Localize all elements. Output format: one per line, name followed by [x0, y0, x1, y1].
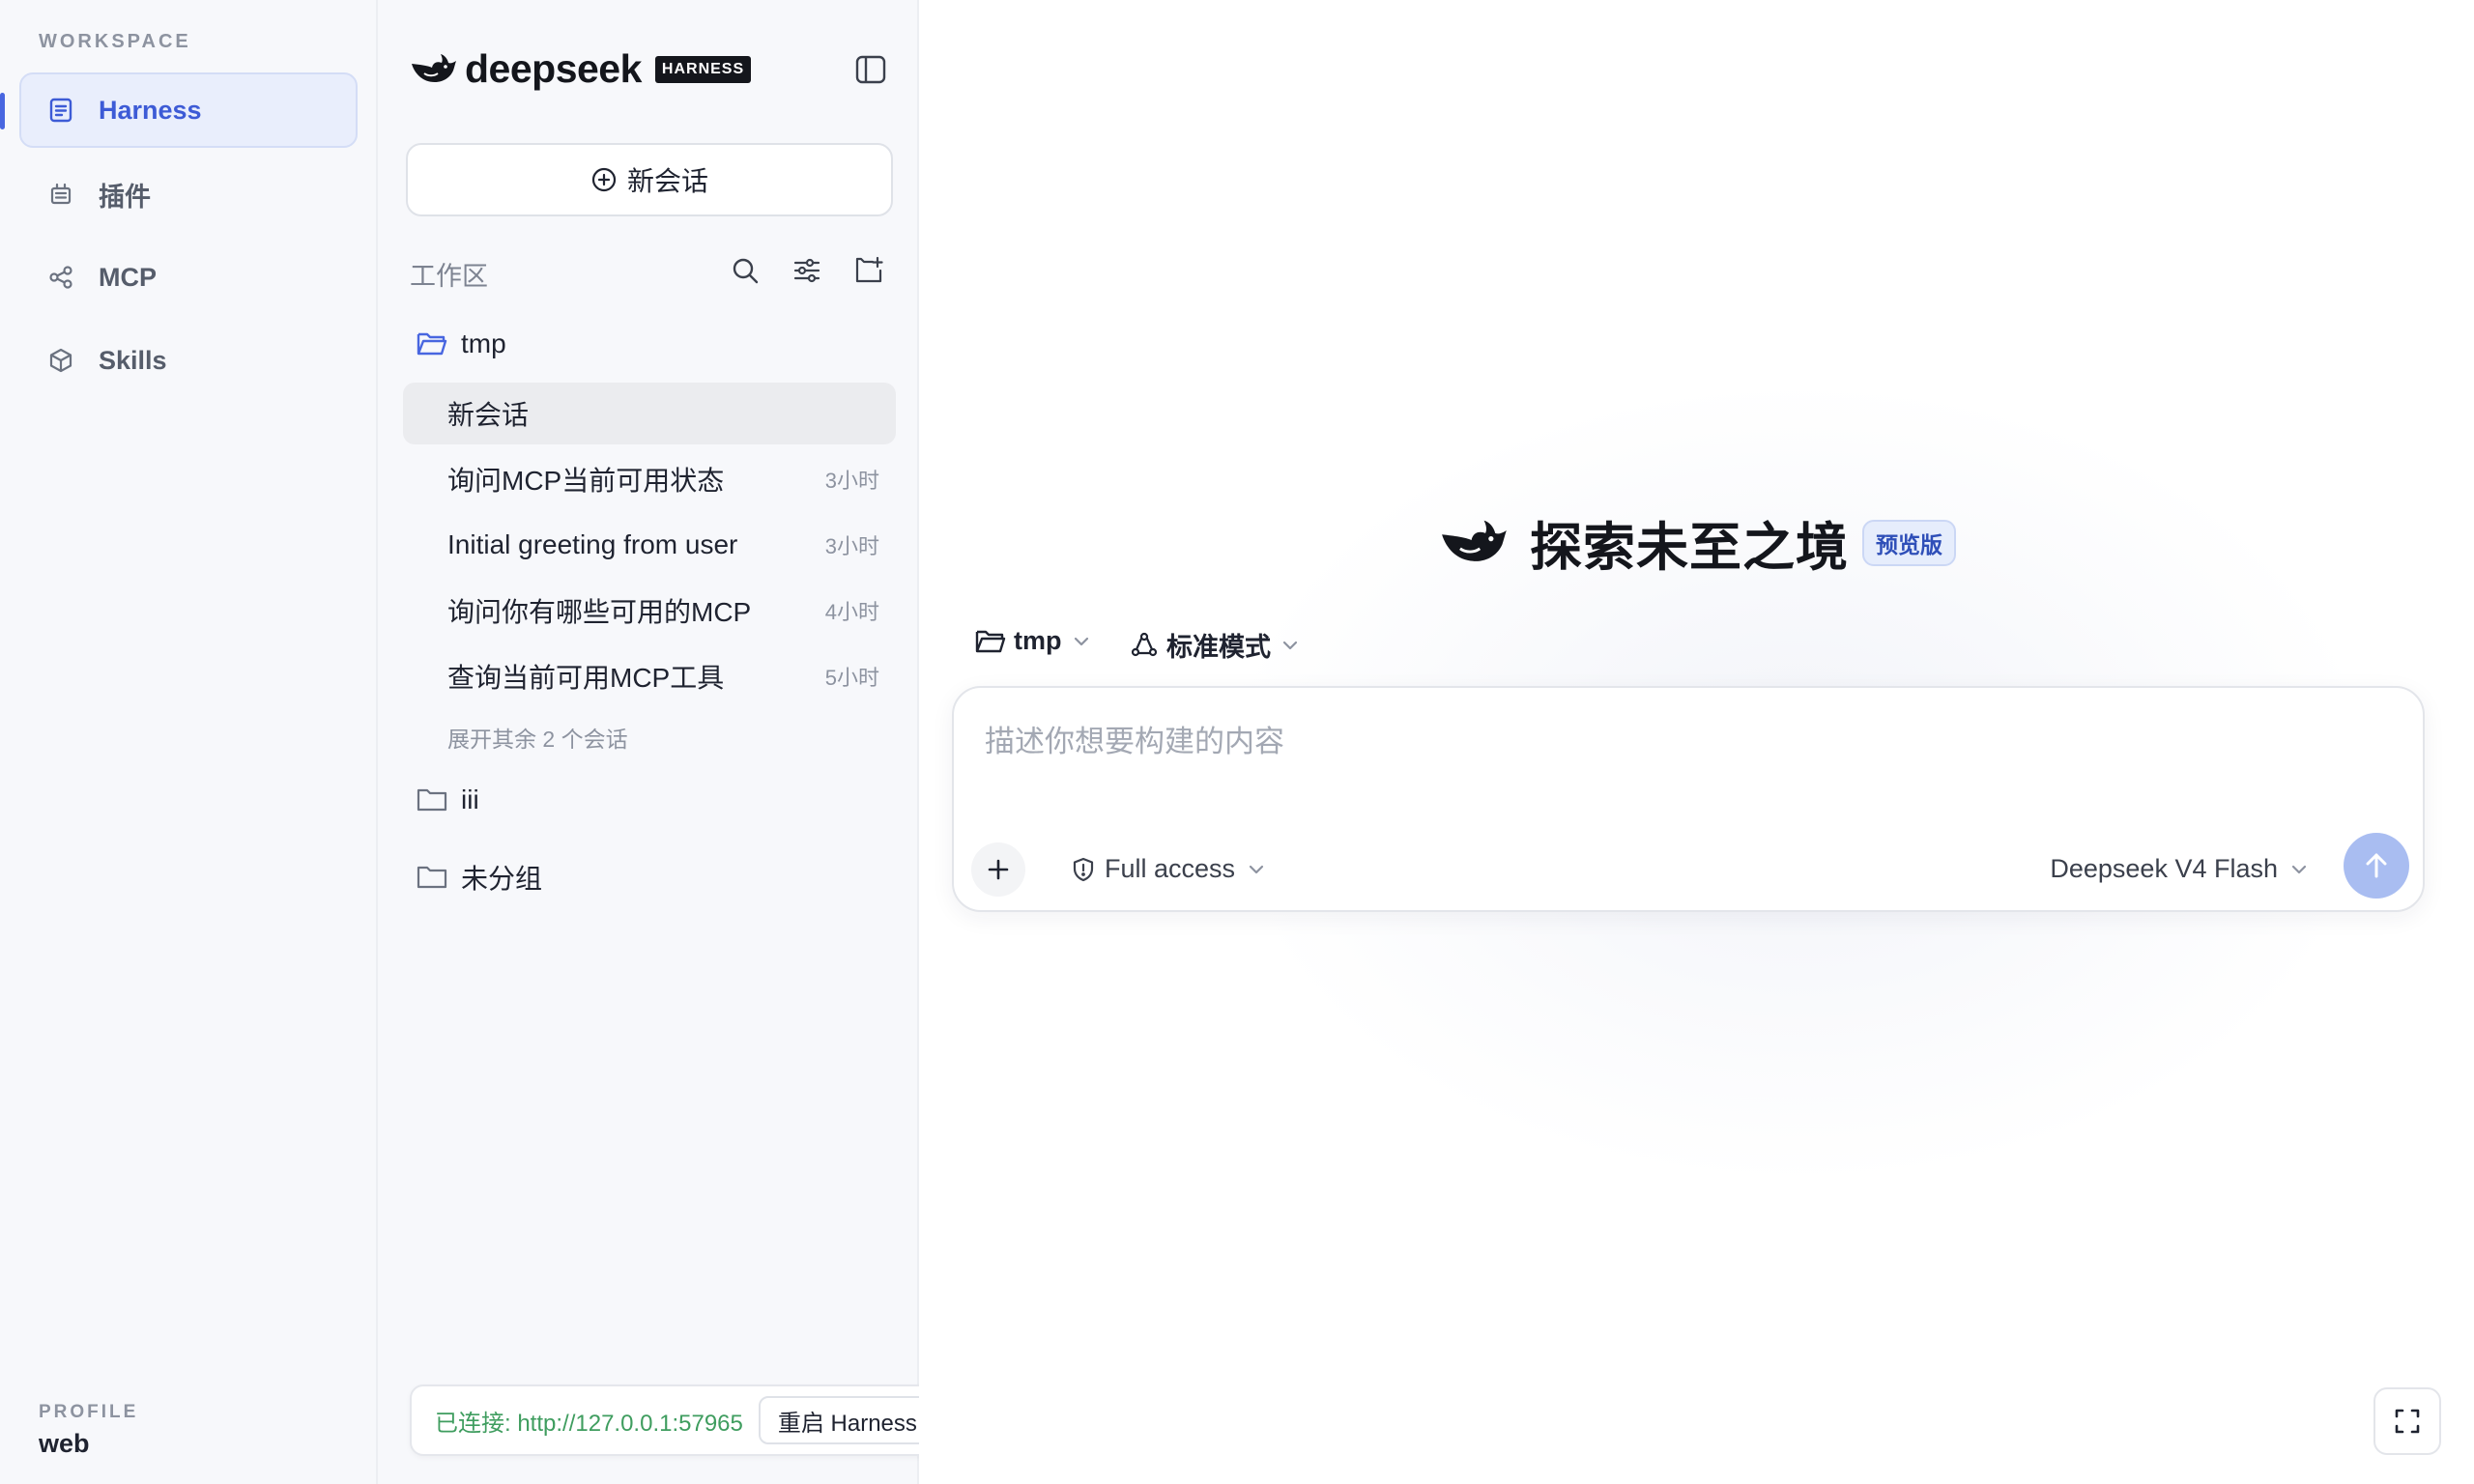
fullscreen-button[interactable] — [2373, 1387, 2441, 1455]
workspace-label: 工作区 — [410, 262, 488, 291]
brand-logo: deepseek HARNESS — [409, 46, 752, 92]
workspace-toolbar — [726, 251, 888, 290]
primary-nav: WORKSPACE Harness 插件 MCP Skills PROFILE … — [0, 0, 378, 1484]
plus-icon — [985, 856, 1012, 883]
conversation-title: Initial greeting from user — [447, 529, 738, 559]
folder-open-icon — [417, 330, 447, 357]
conversation-title: 询问MCP当前可用状态 — [447, 466, 725, 496]
conversation-item[interactable]: 询问MCP当前可用状态 3小时 — [403, 448, 896, 510]
profile-label: PROFILE — [39, 1402, 139, 1422]
access-level-selector[interactable]: Full access — [1070, 854, 1266, 884]
prompt-composer: 描述你想要构建的内容 Full access Deepseek V4 Flash — [952, 686, 2425, 912]
share-nodes-icon — [44, 261, 77, 294]
chevron-down-icon — [1247, 863, 1266, 876]
nav-item-skills[interactable]: Skills — [19, 323, 358, 398]
folder-selector[interactable]: tmp — [975, 626, 1091, 656]
nav-item-plugins[interactable]: 插件 — [19, 157, 358, 232]
conversation-time: 5小时 — [824, 666, 879, 690]
conversation-item[interactable]: 新会话 — [403, 383, 896, 444]
chevron-down-icon — [1072, 635, 1091, 648]
folder-name: 未分组 — [461, 864, 543, 894]
conversation-time: 3小时 — [824, 534, 879, 558]
restart-harness-button[interactable]: 重启 Harness — [758, 1396, 936, 1444]
search-button[interactable] — [726, 251, 764, 290]
folder-selector-label: tmp — [1014, 626, 1062, 655]
folder-iii[interactable]: iii — [417, 785, 479, 815]
filter-button[interactable] — [788, 251, 826, 290]
brand-badge: HARNESS — [654, 55, 752, 83]
sidebar-toggle-icon — [854, 53, 887, 86]
folder-name: tmp — [461, 328, 506, 358]
main-panel: 探索未至之境 预览版 tmp 标准模式 描述你想要构建的内容 Full acce… — [919, 0, 2474, 1484]
preview-badge: 预览版 — [1862, 519, 1956, 566]
mode-selector[interactable]: 标准模式 — [1130, 626, 1300, 664]
nav-item-label: Harness — [99, 95, 202, 125]
model-selector[interactable]: Deepseek V4 Flash — [2050, 854, 2309, 884]
send-button[interactable] — [2344, 833, 2409, 899]
brand-wordmark: deepseek — [465, 46, 642, 91]
whale-logo-icon — [409, 50, 457, 89]
connection-status-text: 已连接: http://127.0.0.1:57965 — [435, 1410, 743, 1437]
nav-item-harness[interactable]: Harness — [19, 72, 358, 148]
new-chat-label: 新会话 — [626, 166, 708, 196]
folder-icon — [417, 864, 447, 891]
search-icon — [730, 255, 761, 286]
attach-button[interactable] — [971, 842, 1025, 897]
active-indicator — [0, 93, 5, 129]
folder-tmp[interactable]: tmp — [417, 328, 506, 359]
conversation-item[interactable]: 查询当前可用MCP工具 5小时 — [403, 645, 896, 707]
expand-more-link[interactable]: 展开其余 2 个会话 — [447, 721, 628, 754]
folder-plus-icon — [853, 255, 884, 286]
recycle-mode-icon — [1130, 631, 1159, 660]
plugin-icon — [44, 178, 77, 211]
profile-value[interactable]: web — [39, 1429, 90, 1459]
whale-logo-icon — [1437, 515, 1509, 571]
document-list-icon — [44, 94, 77, 127]
sliders-icon — [791, 255, 822, 286]
hero-title: 探索未至之境 — [1530, 519, 1849, 577]
prompt-input[interactable]: 描述你想要构建的内容 — [985, 717, 1284, 760]
conversation-item[interactable]: 询问你有哪些可用的MCP 4小时 — [403, 580, 896, 642]
conversation-time: 3小时 — [824, 469, 879, 493]
folder-ungrouped[interactable]: 未分组 — [417, 858, 542, 897]
chevron-down-icon — [1280, 639, 1300, 652]
conversation-title: 询问你有哪些可用的MCP — [447, 597, 752, 627]
connection-status-bar: 已连接: http://127.0.0.1:57965 重启 Harness — [410, 1384, 968, 1456]
folder-open-icon — [975, 628, 1006, 655]
shield-alert-icon — [1070, 856, 1097, 883]
expand-icon — [2393, 1407, 2422, 1436]
conversation-item[interactable]: Initial greeting from user 3小时 — [403, 514, 896, 576]
hero-heading: 探索未至之境 预览版 — [1437, 504, 1956, 581]
folder-icon — [417, 786, 447, 813]
new-chat-button[interactable]: 新会话 — [406, 143, 893, 216]
nav-heading: WORKSPACE — [39, 31, 191, 52]
chevron-down-icon — [2289, 863, 2309, 876]
model-label: Deepseek V4 Flash — [2050, 854, 2278, 883]
nav-item-label: 插件 — [99, 182, 151, 212]
access-level-label: Full access — [1105, 854, 1236, 883]
cube-icon — [44, 344, 77, 377]
nav-item-mcp[interactable]: MCP — [19, 240, 358, 315]
nav-item-label: MCP — [99, 262, 157, 292]
conversation-time: 4小时 — [824, 600, 879, 624]
conversation-sidebar: deepseek HARNESS 新会话 工作区 tmp 新会话 询问MCP当前… — [378, 0, 919, 1484]
folder-name: iii — [461, 785, 479, 814]
collapse-sidebar-button[interactable] — [851, 50, 890, 89]
conversation-title: 查询当前可用MCP工具 — [447, 663, 725, 693]
arrow-up-icon — [2360, 849, 2393, 882]
new-folder-button[interactable] — [849, 251, 888, 290]
plus-circle-icon — [590, 166, 618, 193]
conversation-title: 新会话 — [447, 400, 530, 430]
mode-selector-label: 标准模式 — [1166, 633, 1271, 662]
nav-item-label: Skills — [99, 345, 167, 375]
